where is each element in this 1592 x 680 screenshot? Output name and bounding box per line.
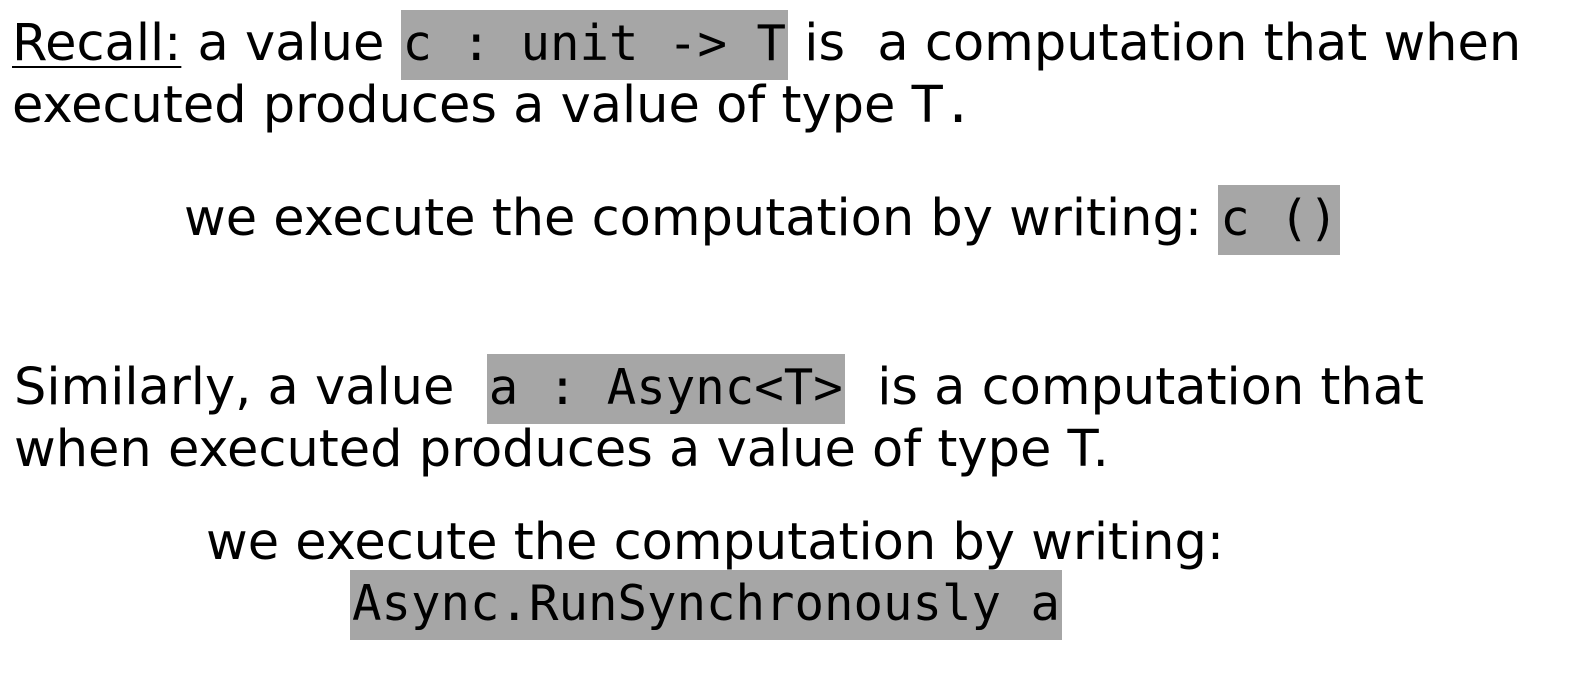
recall-line-1: Recall: a value c : unit -> T is a compu… <box>12 10 1521 80</box>
exec-line-2-code: Async.RunSynchronously a <box>350 570 1063 640</box>
recall-line-2-period: . <box>942 76 974 135</box>
exec-code-1: c () <box>1218 185 1341 255</box>
similar-text-2: is a computation that <box>844 358 1424 417</box>
similar-text-1: Similarly, a value <box>14 358 487 417</box>
exec-line-2: we execute the computation by writing: <box>206 517 1224 568</box>
recall-code: c : unit -> T <box>400 10 789 80</box>
recall-line-2: executed produces a value of type T. <box>12 80 973 131</box>
similar-code: a : Async<T> <box>486 354 845 424</box>
similar-line-2-text: when executed produces a value of type T… <box>14 420 1109 479</box>
similar-line-2: when executed produces a value of type T… <box>14 424 1109 475</box>
recall-text-2: is a computation that when <box>788 14 1522 73</box>
recall-line-2-text: executed produces a value of type T <box>12 76 943 135</box>
slide: Recall: a value c : unit -> T is a compu… <box>0 0 1592 680</box>
recall-label: Recall: <box>12 14 182 73</box>
exec-text-2: we execute the computation by writing: <box>206 513 1225 572</box>
exec-line-1: we execute the computation by writing: c… <box>184 185 1341 255</box>
exec-text-1: we execute the computation by writing: <box>184 189 1219 248</box>
recall-text-1: a value <box>181 14 401 73</box>
similar-line-1: Similarly, a value a : Async<T> is a com… <box>14 354 1424 424</box>
exec-code-2: Async.RunSynchronously a <box>350 570 1063 640</box>
